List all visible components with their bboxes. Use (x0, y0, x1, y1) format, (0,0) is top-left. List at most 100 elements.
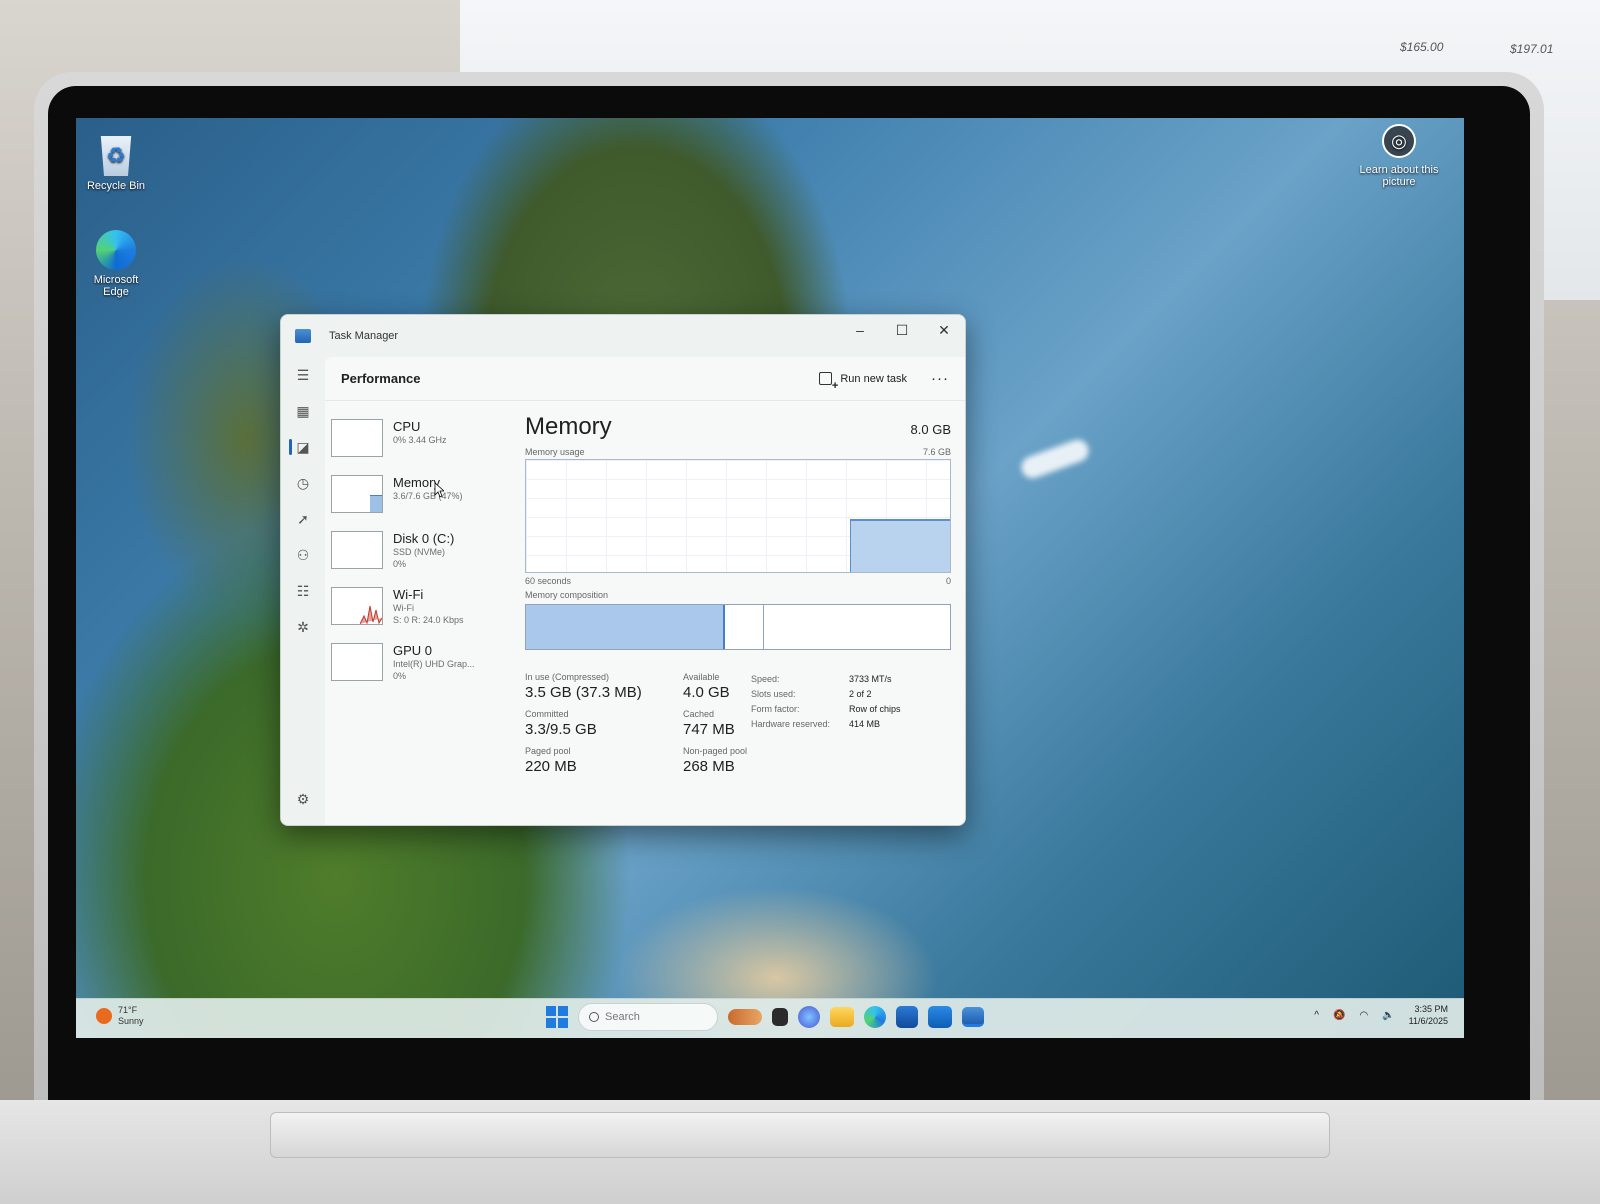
details-icon[interactable]: ☷ (281, 573, 325, 609)
weather-temp: 71°F (118, 1005, 138, 1015)
memory-usage-graph (525, 459, 951, 573)
learn-about-picture-label: Learn about this picture (1359, 164, 1439, 188)
store-icon[interactable] (896, 1006, 918, 1028)
screen-glare (1018, 436, 1092, 482)
edge-icon (96, 230, 136, 270)
widgets-icon[interactable] (728, 1009, 762, 1025)
app-history-icon[interactable]: ◷ (281, 465, 325, 501)
minimize-button[interactable]: – (839, 315, 881, 345)
weather-widget[interactable]: 71°F Sunny (96, 1005, 144, 1027)
run-task-icon (819, 372, 838, 392)
memory-stats: In use (Compressed) 3.5 GB (37.3 MB) Com… (525, 672, 951, 783)
task-manager-icon (295, 329, 311, 343)
graph-time-right: 0 (945, 576, 951, 586)
startup-apps-icon[interactable]: ➚ (281, 501, 325, 537)
search-icon (589, 1012, 599, 1022)
spec-value: 3733 MT/s (849, 674, 892, 684)
gpu-thumbnail-graph (331, 643, 383, 681)
more-options-button[interactable]: ··· (931, 370, 949, 387)
notifications-off-icon[interactable]: 🔕 (1333, 1010, 1345, 1021)
spec-value: Row of chips (849, 704, 901, 714)
wifi-thumbnail-spikes (360, 605, 382, 624)
users-icon[interactable]: ⚇ (281, 537, 325, 573)
memory-usage-label: Memory usage (525, 447, 585, 457)
perf-item-name: CPU (393, 419, 421, 434)
perf-item-gpu[interactable]: GPU 0 Intel(R) UHD Grap... 0% (331, 637, 511, 693)
run-new-task-button[interactable]: Run new task (819, 372, 907, 392)
perf-item-sub: S: 0 R: 24.0 Kbps (393, 615, 464, 625)
memory-usage-fill (850, 519, 950, 572)
page-title: Performance (341, 371, 421, 386)
task-view-icon[interactable] (772, 1008, 788, 1026)
in-use-value: 3.5 GB (37.3 MB) (525, 684, 642, 701)
system-tray: ^ 🔕 ◠ 🔈 3:35 PM 11/6/2025 (1314, 1003, 1448, 1027)
taskbar-center: Search (546, 1003, 984, 1031)
perf-item-name: Wi-Fi (393, 587, 424, 602)
processes-icon[interactable]: ▦ (281, 393, 325, 429)
paged-pool-label: Paged pool (525, 746, 571, 756)
available-label: Available (683, 672, 720, 682)
perf-item-memory[interactable]: Memory 3.6/7.6 GB (47%) (331, 469, 511, 525)
copilot-icon[interactable] (798, 1006, 820, 1028)
clock-date: 11/6/2025 (1408, 1016, 1448, 1026)
taskbar-search[interactable]: Search (578, 1003, 718, 1031)
clock[interactable]: 3:35 PM 11/6/2025 (1409, 1003, 1448, 1027)
maximize-button[interactable]: ☐ (881, 315, 923, 345)
graph-time-left: 60 seconds (525, 576, 572, 586)
task-manager-window[interactable]: Task Manager – ☐ ✕ ☰ ▦ ◪ ◷ ➚ ⚇ ☷ ✲ ⚙ Per… (280, 314, 966, 826)
perf-item-disk[interactable]: Disk 0 (C:) SSD (NVMe) 0% (331, 525, 511, 581)
in-use-label: In use (Compressed) (525, 672, 610, 682)
memory-composition-bar[interactable] (525, 604, 951, 650)
page-header: Performance Run new task ··· (325, 357, 965, 401)
settings-gear-icon[interactable]: ⚙ (281, 781, 325, 817)
desktop-icon-label: Microsoft Edge (93, 274, 139, 298)
services-icon[interactable]: ✲ (281, 609, 325, 645)
perf-item-sub: 0% (393, 671, 407, 681)
camera-icon: ◎ (1382, 124, 1416, 158)
learn-about-picture[interactable]: ◎ Learn about this picture (1354, 124, 1444, 188)
start-button[interactable] (546, 1006, 568, 1028)
composition-in-use (526, 605, 726, 649)
perf-item-sub: Wi-Fi (393, 603, 414, 613)
non-paged-pool-label: Non-paged pool (683, 746, 748, 756)
recycle-bin-icon: ♻ (100, 136, 132, 176)
memory-usage-max: 7.6 GB (922, 447, 951, 457)
desktop-icon-edge[interactable]: Microsoft Edge (76, 230, 156, 298)
search-placeholder: Search (605, 1011, 640, 1023)
edge-taskbar-icon[interactable] (864, 1006, 886, 1028)
nav-rail: ☰ ▦ ◪ ◷ ➚ ⚇ ☷ ✲ ⚙ (281, 357, 325, 825)
perf-item-name: Memory (393, 475, 440, 490)
desktop-screen: ♻ Recycle Bin Microsoft Edge ◎ Learn abo… (76, 118, 1464, 1038)
close-button[interactable]: ✕ (923, 315, 965, 345)
wifi-thumbnail-graph (331, 587, 383, 625)
perf-item-wifi[interactable]: Wi-Fi Wi-Fi S: 0 R: 24.0 Kbps (331, 581, 511, 637)
perf-item-cpu[interactable]: CPU 0% 3.44 GHz (331, 413, 511, 469)
performance-list: CPU 0% 3.44 GHz Memory 3.6/7.6 GB (47%) (331, 413, 511, 693)
outlook-icon[interactable] (928, 1006, 952, 1028)
sun-icon (96, 1008, 112, 1024)
cached-value: 747 MB (683, 721, 735, 738)
task-manager-taskbar-icon[interactable] (962, 1007, 984, 1027)
perf-item-name: Disk 0 (C:) (393, 531, 455, 546)
non-paged-pool-value: 268 MB (683, 758, 735, 775)
file-explorer-icon[interactable] (830, 1007, 854, 1027)
hamburger-menu-icon[interactable]: ☰ (281, 357, 325, 393)
volume-icon[interactable]: 🔈 (1382, 1010, 1394, 1021)
wifi-icon[interactable]: ◠ (1359, 1010, 1368, 1021)
background-monitor-value: $197.01 (1510, 42, 1554, 56)
performance-icon[interactable]: ◪ (281, 429, 325, 465)
memory-composition-label: Memory composition (525, 590, 609, 600)
perf-item-sub: 0% (393, 559, 407, 569)
title-bar[interactable]: Task Manager – ☐ ✕ (281, 315, 965, 357)
window-title: Task Manager (329, 330, 399, 342)
perf-item-name: GPU 0 (393, 643, 433, 658)
perf-item-sub: SSD (NVMe) (393, 547, 446, 557)
memory-total: 8.0 GB (910, 422, 951, 437)
run-new-task-label: Run new task (840, 372, 907, 385)
chevron-up-icon[interactable]: ^ (1314, 1010, 1319, 1021)
spec-label: Hardware reserved: (751, 719, 831, 729)
laptop-hinge (270, 1112, 1330, 1158)
desktop-icon-recycle-bin[interactable]: ♻ Recycle Bin (76, 136, 156, 192)
perf-item-sub: 3.6/7.6 GB (47%) (393, 491, 463, 501)
paged-pool-value: 220 MB (525, 758, 577, 775)
